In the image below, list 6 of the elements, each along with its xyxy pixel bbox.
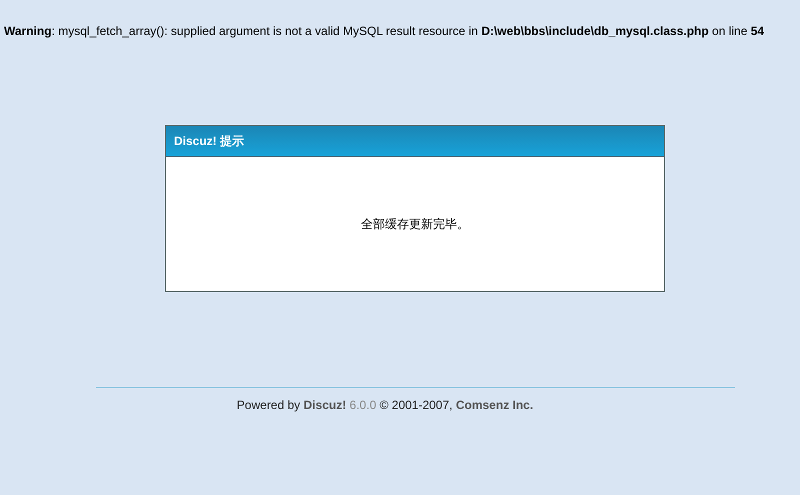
- footer-text: Powered by Discuz! 6.0.0 © 2001-2007, Comsenz Inc.: [236, 397, 534, 414]
- warning-message: Warning: mysql_fetch_array(): supplied argument is not a valid MySQL result resource in D:\web\bbs\include\db_mysql.class.php on line 54: [4, 23, 764, 39]
- footer-link[interactable]: Comsenz Inc.: [456, 398, 534, 412]
- footer-link[interactable]: Discuz!: [304, 398, 346, 412]
- dialog-title: Discuz! 提示: [174, 133, 244, 150]
- dialog-message: 全部缓存更新完毕。: [361, 216, 469, 233]
